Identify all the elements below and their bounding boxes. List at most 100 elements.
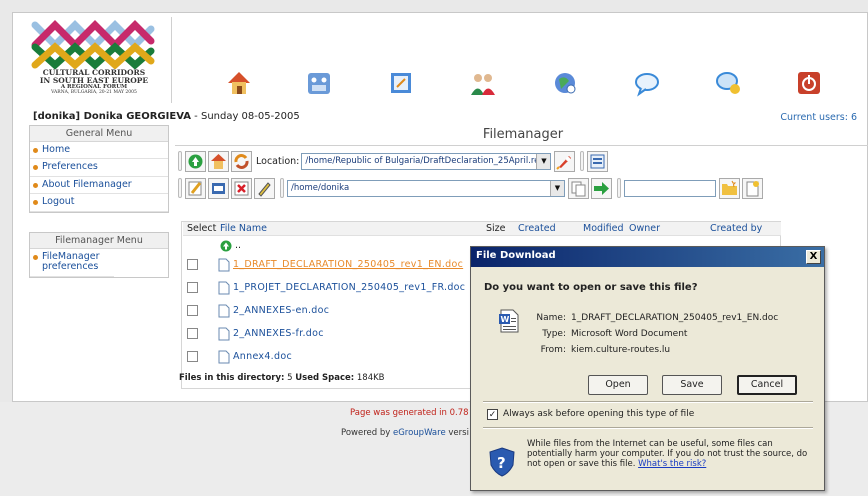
status-prefix: Files in this directory:	[179, 373, 285, 383]
new-file-icon[interactable]	[742, 177, 763, 199]
chevron-down-icon[interactable]: ▼	[536, 153, 551, 169]
file-name-link[interactable]: 2_ANNEXES-fr.doc	[233, 328, 324, 339]
word-document-icon: W	[499, 309, 519, 333]
dialog-question: Do you want to open or save this file?	[484, 282, 698, 293]
risk-link[interactable]: What's the risk?	[638, 459, 706, 469]
document-icon	[218, 281, 230, 295]
file-checkbox[interactable]	[187, 351, 198, 362]
col-size[interactable]: Size	[486, 223, 506, 234]
menu-item-home[interactable]: Home	[30, 142, 168, 160]
file-name-link[interactable]: Annex4.doc	[233, 351, 292, 362]
menu-item-fm-preferences[interactable]: FileManager preferences	[30, 249, 114, 277]
from-value: kiem.culture-routes.lu	[571, 345, 671, 355]
pen-icon[interactable]	[254, 177, 275, 199]
dialog-titlebar[interactable]: File Download X	[471, 247, 824, 267]
home-dir-icon[interactable]	[208, 150, 229, 172]
new-name-field[interactable]	[624, 179, 716, 197]
logout-icon[interactable]	[794, 69, 824, 97]
general-menu-title: General Menu	[30, 126, 168, 142]
chevron-down-icon[interactable]: ▼	[550, 180, 564, 196]
file-checkbox[interactable]	[187, 328, 198, 339]
name-value: 1_DRAFT_DECLARATION_250405_rev1_EN.doc	[571, 313, 779, 323]
target-dir-select[interactable]: /home/donika ▼	[287, 179, 565, 197]
action-toolbar: /home/donika ▼	[175, 176, 868, 200]
user-name: [donika] Donika GEORGIEVA	[33, 111, 191, 122]
user-line: [donika] Donika GEORGIEVA - Sunday 08-05…	[33, 111, 300, 122]
always-ask-checkbox[interactable]: ✓	[487, 409, 498, 420]
location-select[interactable]: /home/Republic of Bulgaria/DraftDeclarat…	[301, 152, 552, 170]
powered-by: Powered by eGroupWare versi	[341, 428, 469, 438]
generation-time: Page was generated in 0.78	[350, 408, 469, 418]
type-value: Microsoft Word Document	[571, 329, 688, 339]
logo-line4: VARNA, BULGARIA, 20-21 MAY 2005	[51, 89, 137, 95]
filemanager-title: Filemanager	[175, 124, 868, 146]
go-up-icon[interactable]	[185, 150, 206, 172]
col-select: Select	[187, 223, 217, 234]
rocket-icon[interactable]	[554, 150, 576, 172]
toolbar-separator	[178, 151, 182, 171]
file-name-link[interactable]: 1_PROJET_DECLARATION_250405_rev1_FR.doc	[233, 282, 465, 293]
shield-question-icon: ?	[489, 447, 515, 477]
toolbar-separator	[617, 178, 621, 198]
globe-icon[interactable]	[550, 69, 580, 97]
parent-dir-link[interactable]: ..	[235, 240, 241, 251]
header-bar	[171, 17, 865, 103]
status-size: 184KB	[356, 373, 385, 383]
file-checkbox[interactable]	[187, 282, 198, 293]
col-file-name[interactable]: File Name	[220, 223, 267, 234]
refresh-icon[interactable]	[231, 150, 252, 172]
powered-prefix: Powered by	[341, 428, 391, 438]
document-icon	[218, 350, 230, 364]
notes-icon[interactable]	[386, 69, 416, 97]
document-icon	[218, 304, 230, 318]
file-name-link[interactable]: 1_DRAFT_DECLARATION_250405_rev1_EN.doc	[233, 259, 463, 270]
name-label: Name:	[536, 313, 566, 323]
col-created-by[interactable]: Created by	[710, 223, 762, 234]
col-created[interactable]: Created	[518, 223, 556, 234]
svg-text:W: W	[501, 315, 510, 324]
rename-icon[interactable]	[208, 177, 229, 199]
open-button[interactable]: Open	[588, 375, 648, 395]
user-date: - Sunday 08-05-2005	[191, 111, 300, 122]
close-icon[interactable]: X	[806, 250, 821, 264]
col-modified[interactable]: Modified	[583, 223, 624, 234]
directory-status: Files in this directory: 5 Used Space: 1…	[179, 373, 385, 383]
file-checkbox[interactable]	[187, 305, 198, 316]
delete-icon[interactable]	[231, 177, 252, 199]
home-icon[interactable]	[224, 69, 254, 97]
calendar-apps-icon[interactable]	[304, 69, 334, 97]
messenger-icon[interactable]	[714, 69, 744, 97]
powered-suffix: versi	[448, 428, 469, 438]
toolbar-separator	[178, 178, 182, 198]
edit-icon[interactable]	[185, 177, 206, 199]
new-folder-icon[interactable]	[719, 177, 740, 199]
type-label: Type:	[542, 329, 566, 339]
save-button[interactable]: Save	[662, 375, 722, 395]
toolbar-separator	[280, 178, 284, 198]
location-value: /home/Republic of Bulgaria/DraftDeclarat…	[305, 155, 550, 166]
file-name-link[interactable]: 2_ANNEXES-en.doc	[233, 305, 329, 316]
cancel-button[interactable]: Cancel	[737, 375, 797, 395]
file-table-header: Select File Name Size Created Modified O…	[183, 222, 781, 236]
menu-item-logout[interactable]: Logout	[30, 194, 168, 212]
egroupware-link[interactable]: eGroupWare	[393, 428, 446, 438]
chat-bubble-icon[interactable]	[632, 69, 662, 97]
view-details-icon[interactable]	[587, 150, 609, 172]
file-checkbox[interactable]	[187, 259, 198, 270]
parent-up-icon[interactable]	[220, 240, 232, 252]
users-icon[interactable]	[468, 69, 498, 97]
dialog-title: File Download	[476, 250, 556, 261]
logo-mark-icon	[31, 20, 155, 69]
document-icon	[218, 258, 230, 272]
filemanager-menu-title: Filemanager Menu	[30, 233, 168, 249]
status-used: Used Space:	[295, 373, 355, 383]
copy-icon[interactable]	[568, 177, 589, 199]
general-menu: General Menu Home Preferences About File…	[29, 125, 169, 213]
dialog-warning: While files from the Internet can be use…	[527, 439, 817, 470]
menu-item-preferences[interactable]: Preferences	[30, 159, 168, 177]
location-label: Location:	[256, 155, 300, 167]
dialog-separator	[483, 401, 813, 403]
menu-item-about[interactable]: About Filemanager	[30, 177, 168, 195]
col-owner[interactable]: Owner	[629, 223, 660, 234]
move-arrow-icon[interactable]	[591, 177, 612, 199]
